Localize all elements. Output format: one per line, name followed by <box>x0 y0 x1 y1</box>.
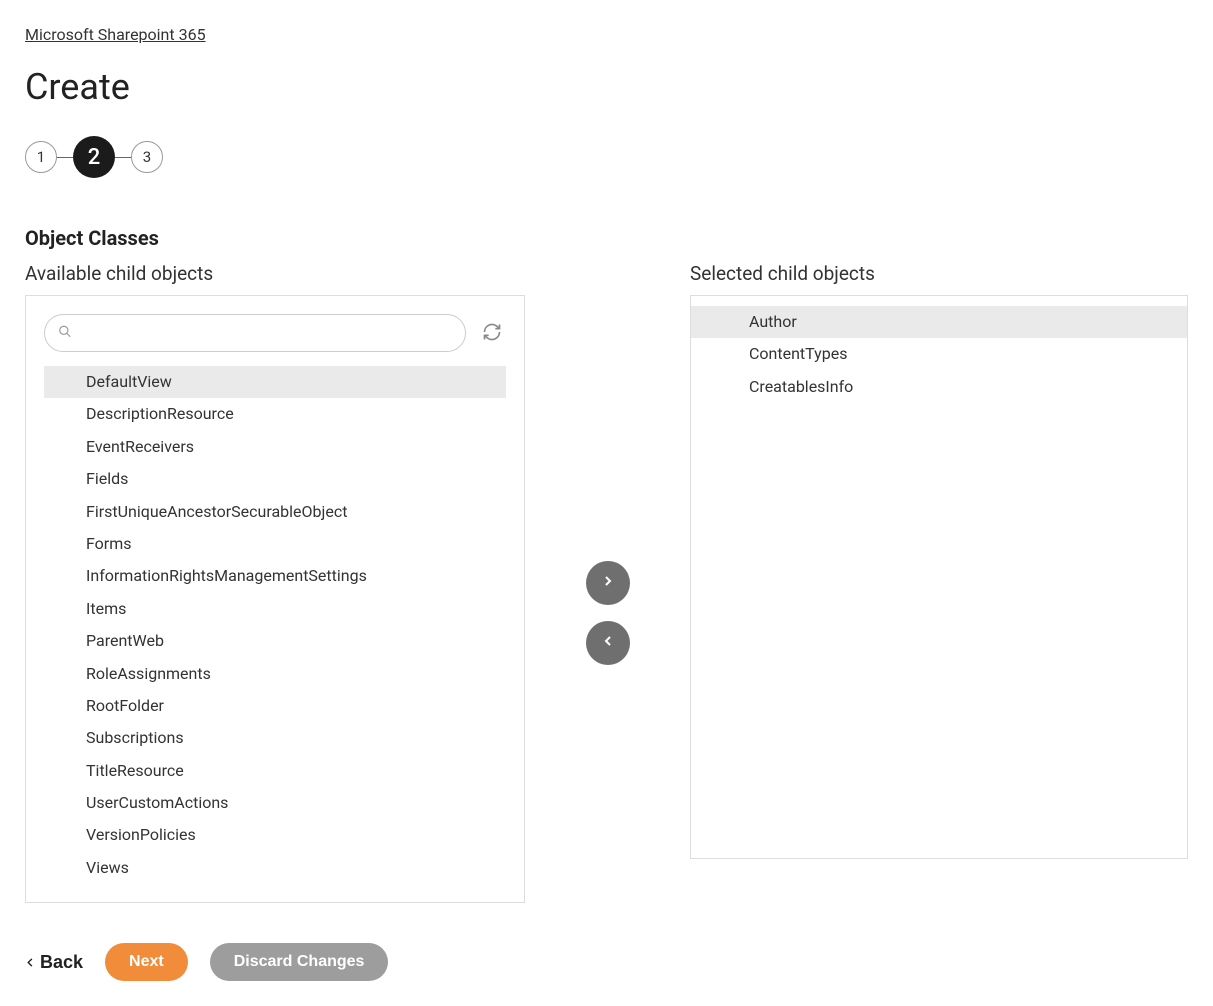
list-item[interactable]: DefaultView <box>44 366 506 398</box>
search-input[interactable] <box>44 314 466 352</box>
move-right-button[interactable] <box>586 561 630 605</box>
list-item[interactable]: UserCustomActions <box>44 787 506 819</box>
refresh-icon <box>482 322 502 345</box>
list-item[interactable]: Author <box>691 306 1187 338</box>
refresh-button[interactable] <box>478 318 506 349</box>
chevron-right-icon <box>600 573 616 592</box>
step-2[interactable]: 2 <box>73 136 115 178</box>
selected-label: Selected child objects <box>690 262 1188 285</box>
selected-panel: AuthorContentTypesCreatablesInfo <box>690 295 1188 859</box>
list-item[interactable]: Forms <box>44 528 506 560</box>
list-item[interactable]: Subscriptions <box>44 722 506 754</box>
list-item[interactable]: Items <box>44 593 506 625</box>
list-item[interactable]: CreatablesInfo <box>691 371 1187 403</box>
list-item[interactable]: FirstUniqueAncestorSecurableObject <box>44 496 506 528</box>
step-connector <box>57 157 73 158</box>
page-title: Create <box>25 66 1188 108</box>
list-item[interactable]: VersionPolicies <box>44 819 506 851</box>
list-item[interactable]: ContentTypes <box>691 338 1187 370</box>
list-item[interactable]: Fields <box>44 463 506 495</box>
section-heading: Object Classes <box>25 226 1188 250</box>
move-left-button[interactable] <box>586 621 630 665</box>
selected-list: AuthorContentTypesCreatablesInfo <box>691 306 1187 403</box>
stepper: 1 2 3 <box>25 136 1188 178</box>
list-item[interactable]: ParentWeb <box>44 625 506 657</box>
list-item[interactable]: DescriptionResource <box>44 398 506 430</box>
list-item[interactable]: RoleAssignments <box>44 658 506 690</box>
search-icon <box>58 324 72 343</box>
list-item[interactable]: Views <box>44 852 506 884</box>
discard-button[interactable]: Discard Changes <box>210 943 389 981</box>
step-connector <box>115 157 131 158</box>
step-3[interactable]: 3 <box>131 141 163 173</box>
list-item[interactable]: InformationRightsManagementSettings <box>44 560 506 592</box>
available-list: DefaultViewDescriptionResourceEventRecei… <box>44 366 506 884</box>
breadcrumb-link[interactable]: Microsoft Sharepoint 365 <box>25 25 206 44</box>
list-item[interactable]: EventReceivers <box>44 431 506 463</box>
back-label: Back <box>40 952 83 973</box>
list-item[interactable]: TitleResource <box>44 755 506 787</box>
step-1[interactable]: 1 <box>25 141 57 173</box>
back-button[interactable]: Back <box>25 952 83 973</box>
next-button[interactable]: Next <box>105 943 188 981</box>
list-item[interactable]: RootFolder <box>44 690 506 722</box>
chevron-left-icon <box>600 633 616 652</box>
available-label: Available child objects <box>25 262 525 285</box>
chevron-left-icon <box>25 952 36 973</box>
available-panel: DefaultViewDescriptionResourceEventRecei… <box>25 295 525 903</box>
